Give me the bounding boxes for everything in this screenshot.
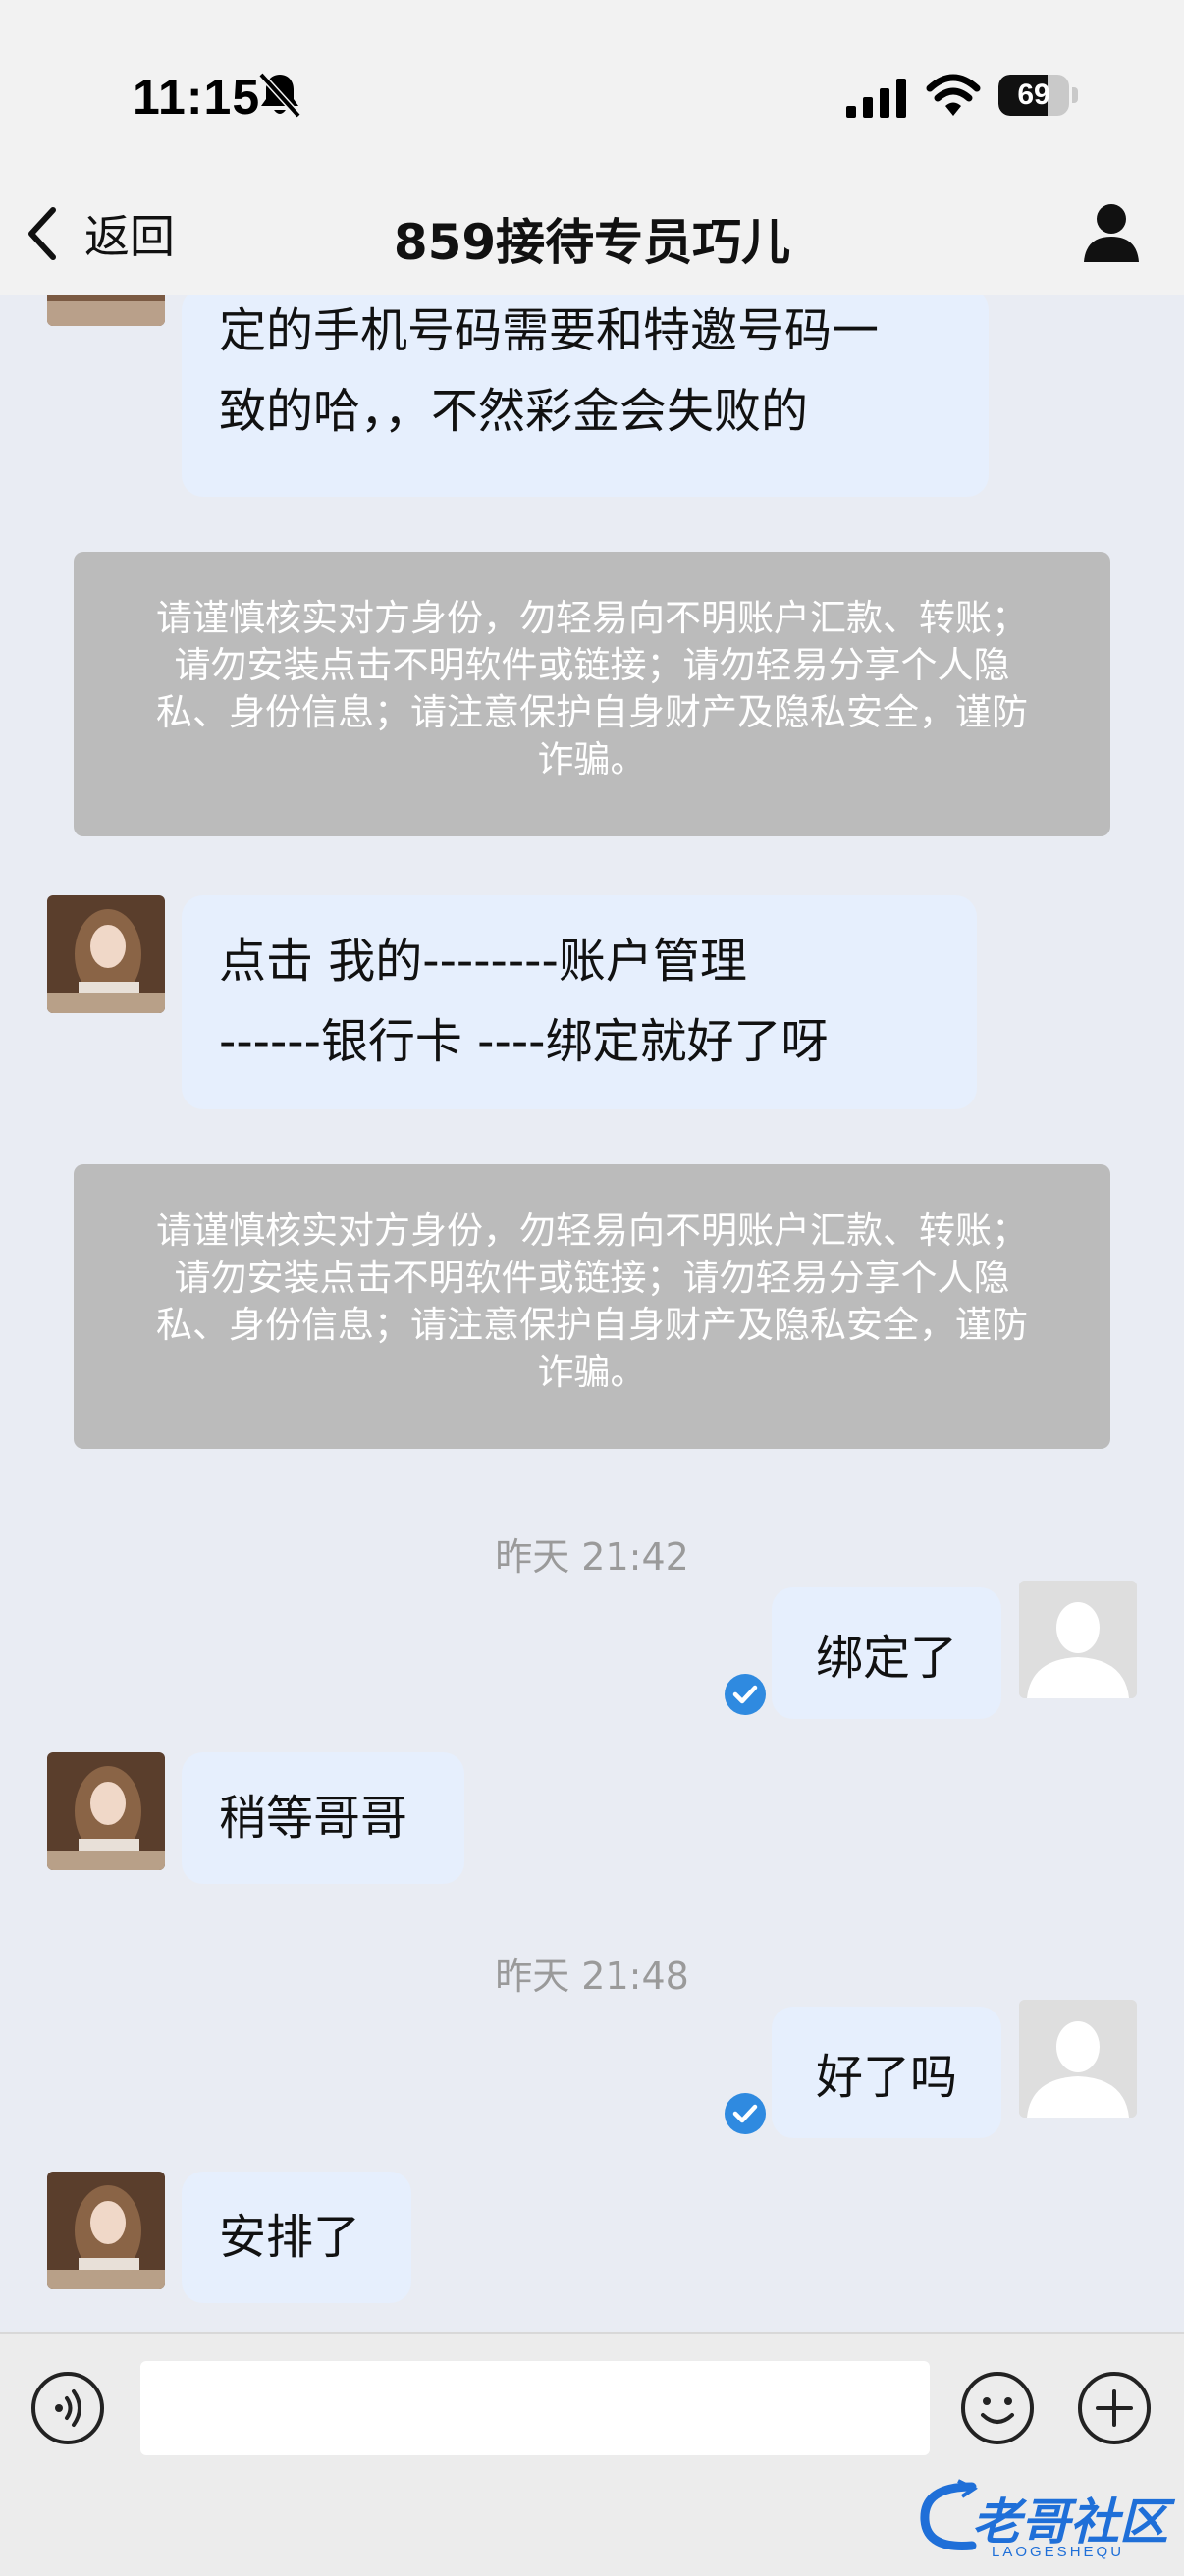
timestamp: 昨天 21:48	[495, 1955, 689, 1998]
chat-title: 859接待专员巧儿	[393, 214, 791, 271]
emoji-icon[interactable]	[959, 2370, 1036, 2446]
notice-text-line: 请谨慎核实对方身份，勿轻易向不明账户汇款、转账；	[156, 1209, 1028, 1252]
incoming-message[interactable]: 点击 我的--------账户管理 ------银行卡 ----绑定就好了呀	[182, 895, 977, 1109]
message-input[interactable]	[140, 2361, 930, 2455]
notice-text-line: 诈骗。	[537, 738, 647, 780]
outgoing-message[interactable]: 好了吗	[772, 2007, 1001, 2138]
incoming-message[interactable]: 定的手机号码需要和特邀号码一 致的哈，，不然彩金会失败的	[182, 295, 989, 497]
contact-avatar[interactable]	[47, 295, 165, 326]
my-avatar[interactable]	[1019, 1581, 1137, 1698]
outgoing-message[interactable]: 绑定了	[772, 1587, 1001, 1719]
message-text-line: 点击 我的--------账户管理	[219, 934, 747, 989]
person-icon[interactable]	[1082, 201, 1141, 264]
signal-icon	[846, 79, 906, 118]
status-bar: 11:15 69	[0, 0, 1184, 172]
bell-slash-icon	[258, 72, 301, 119]
voice-icon[interactable]	[29, 2370, 106, 2446]
security-notice: 请谨慎核实对方身份，勿轻易向不明账户汇款、转账； 请勿安装点击不明软件或链接；请…	[74, 1164, 1110, 1449]
security-notice: 请谨慎核实对方身份，勿轻易向不明账户汇款、转账； 请勿安装点击不明软件或链接；请…	[74, 552, 1110, 836]
nav-bar: 返回 859接待专员巧儿	[0, 172, 1184, 295]
message-text-line: 定的手机号码需要和特邀号码一	[219, 303, 880, 358]
message-text-line: 致的哈，，不然彩金会失败的	[219, 384, 809, 439]
battery-indicator: 69	[998, 75, 1079, 116]
my-avatar[interactable]	[1019, 2000, 1137, 2118]
message-text-line: ------银行卡 ----绑定就好了呀	[219, 1014, 829, 1069]
notice-text-line: 请勿安装点击不明软件或链接；请勿轻易分享个人隐	[174, 644, 1010, 686]
notice-text-line: 请勿安装点击不明软件或链接；请勿轻易分享个人隐	[174, 1257, 1010, 1299]
check-icon	[725, 2093, 766, 2134]
watermark-subtext: LAOGESHEQU	[992, 2544, 1125, 2560]
notice-text-line: 请谨慎核实对方身份，勿轻易向不明账户汇款、转账；	[156, 597, 1028, 639]
watermark-logo: 老哥社区 LAOGESHEQU	[913, 2471, 1178, 2569]
status-time: 11:15	[133, 70, 261, 125]
notice-text-line: 私、身份信息；请注意保护自身财产及隐私安全，谨防	[156, 1304, 1028, 1346]
input-bar: 老哥社区 LAOGESHEQU	[0, 2332, 1184, 2576]
incoming-message[interactable]: 稍等哥哥	[182, 1752, 464, 1884]
wifi-icon	[926, 74, 981, 116]
contact-avatar[interactable]	[47, 2172, 165, 2289]
notice-text-line: 诈骗。	[537, 1351, 647, 1393]
contact-avatar[interactable]	[47, 1752, 165, 1870]
incoming-message[interactable]: 安排了	[182, 2172, 411, 2303]
battery-level: 69	[1017, 79, 1050, 111]
plus-icon[interactable]	[1076, 2370, 1153, 2446]
check-icon	[725, 1674, 766, 1715]
message-list[interactable]: 定的手机号码需要和特邀号码一 致的哈，，不然彩金会失败的 请谨慎核实对方身份，勿…	[0, 295, 1184, 2332]
contact-avatar[interactable]	[47, 895, 165, 1013]
notice-text-line: 私、身份信息；请注意保护自身财产及隐私安全，谨防	[156, 691, 1028, 733]
timestamp: 昨天 21:42	[495, 1535, 689, 1579]
